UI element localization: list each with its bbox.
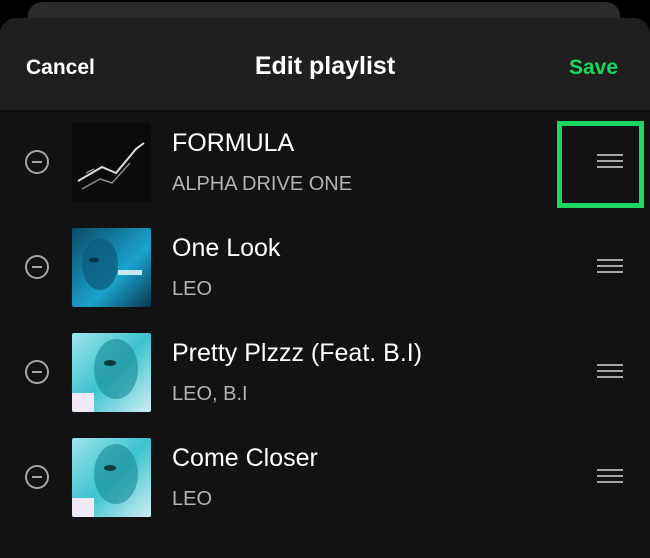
remove-icon[interactable] <box>25 465 49 489</box>
track-title: One Look <box>172 234 281 262</box>
edit-playlist-sheet: Cancel Edit playlist Save FORMULA ALPHA … <box>0 18 650 558</box>
remove-icon[interactable] <box>25 360 49 384</box>
track-row: One Look LEO <box>0 215 650 320</box>
drag-handle-icon[interactable] <box>597 151 625 171</box>
track-artist: LEO, B.I <box>172 383 248 405</box>
remove-icon[interactable] <box>25 150 49 174</box>
page-title: Edit playlist <box>254 52 396 80</box>
track-artist: LEO <box>172 278 213 300</box>
header-bar: Cancel Edit playlist Save <box>0 18 650 110</box>
track-artist: ALPHA DRIVE ONE <box>172 173 353 195</box>
track-artist: LEO <box>172 488 213 510</box>
track-row: FORMULA ALPHA DRIVE ONE <box>0 110 650 215</box>
remove-icon[interactable] <box>25 255 49 279</box>
drag-handle-icon[interactable] <box>597 256 625 276</box>
album-art-formula <box>72 123 151 202</box>
track-title: Pretty Plzzz (Feat. B.I) <box>172 339 423 367</box>
album-art-leo <box>72 438 151 517</box>
track-title: Come Closer <box>172 444 318 472</box>
track-row: Pretty Plzzz (Feat. B.I) LEO, B.I <box>0 320 650 425</box>
album-art-one-look <box>72 228 151 307</box>
save-button[interactable]: Save <box>569 56 618 80</box>
album-art-leo <box>72 333 151 412</box>
drag-handle-icon[interactable] <box>597 361 625 381</box>
track-row: Come Closer LEO <box>0 425 650 530</box>
drag-handle-icon[interactable] <box>597 466 625 486</box>
track-list: FORMULA ALPHA DRIVE ONE One Look LEO Pre… <box>0 110 650 530</box>
track-title: FORMULA <box>172 129 295 157</box>
